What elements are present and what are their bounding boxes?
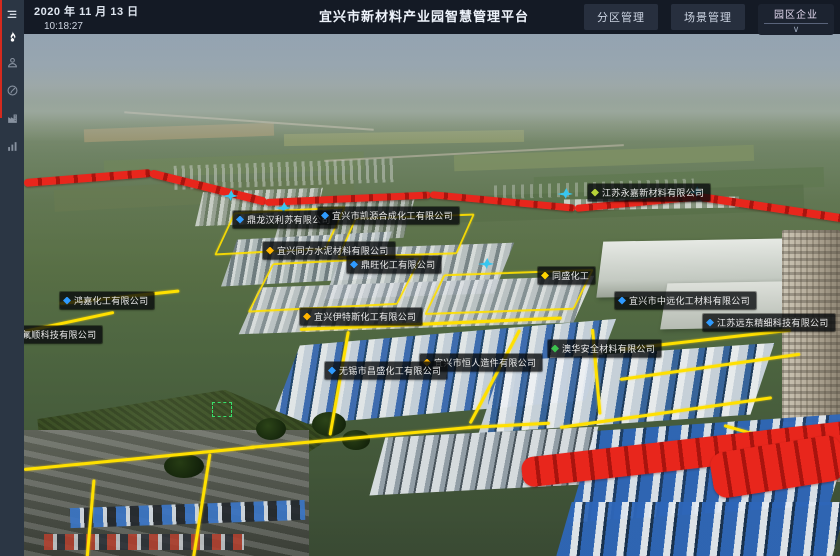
company-label[interactable]: 无锡市昌盛化工有限公司 (325, 362, 447, 379)
horizon-haze (24, 86, 840, 142)
company-label[interactable]: 江苏远东精细科技有限公司 (703, 314, 835, 331)
company-name: 宜兴市中远化工材料有限公司 (629, 294, 750, 307)
company-name: 鸿嘉化工有限公司 (74, 294, 148, 307)
page-title: 宜兴市新材料产业园智慧管理平台 (284, 0, 564, 34)
company-name: 氟顺科技有限公司 (24, 328, 96, 341)
park-enterprise-dropdown[interactable]: 园区企业 ∨ (758, 4, 834, 35)
top-bar: 2020 年 11 月 13 日 10:18:27 宜兴市新材料产业园智慧管理平… (24, 0, 840, 34)
company-label[interactable]: 澳华安全材料有限公司 (548, 340, 661, 357)
gauge-icon[interactable] (0, 80, 24, 100)
enterprise-icon[interactable] (0, 108, 24, 128)
sidebar (0, 0, 24, 556)
company-label[interactable]: 宜兴伊特斯化工有限公司 (300, 308, 422, 325)
company-logo-icon (266, 247, 274, 255)
user-icon[interactable] (0, 52, 24, 72)
company-logo-icon (591, 189, 599, 197)
container-row (44, 534, 244, 550)
company-name: 宜兴市恒人造件有限公司 (434, 356, 536, 369)
tree (164, 454, 204, 478)
company-label[interactable]: 江苏永嘉新材料有限公司 (588, 184, 710, 201)
scene-manage-button[interactable]: 场景管理 (671, 4, 745, 30)
company-label[interactable]: 宜兴市中远化工材料有限公司 (615, 292, 756, 309)
company-logo-icon (303, 313, 311, 321)
company-logo-icon (63, 297, 71, 305)
dropdown-label: 园区企业 (764, 6, 828, 24)
company-name: 江苏远东精细科技有限公司 (717, 316, 829, 329)
company-name: 同盛化工 (552, 269, 589, 282)
company-label[interactable]: 氟顺科技有限公司 (24, 326, 102, 343)
company-logo-icon (236, 216, 244, 224)
company-name: 江苏永嘉新材料有限公司 (602, 186, 704, 199)
company-logo-icon (328, 367, 336, 375)
alarm-flame-icon[interactable] (0, 26, 24, 46)
company-label[interactable]: 同盛化工 (538, 267, 595, 284)
company-logo-icon (551, 345, 559, 353)
app-root: 2020 年 11 月 13 日 10:18:27 宜兴市新材料产业园智慧管理平… (0, 0, 840, 556)
date-text: 2020 年 11 月 13 日 (34, 3, 139, 19)
selection-box (212, 402, 232, 417)
company-name: 宜兴市凯源合成化工有限公司 (332, 209, 453, 222)
chevron-down-icon: ∨ (764, 24, 828, 34)
company-label[interactable]: 鸿嘉化工有限公司 (60, 292, 154, 309)
topbar-actions: 分区管理 场景管理 园区企业 ∨ (584, 4, 834, 35)
company-logo-icon (618, 297, 626, 305)
company-logo-icon (350, 261, 358, 269)
menu-icon[interactable] (0, 4, 24, 24)
blue-roof-cluster (556, 502, 840, 556)
company-logo-icon (706, 319, 714, 327)
company-label[interactable]: 鼎旺化工有限公司 (347, 256, 441, 273)
time-text: 10:18:27 (44, 21, 139, 32)
company-name: 无锡市昌盛化工有限公司 (339, 364, 441, 377)
datetime: 2020 年 11 月 13 日 10:18:27 (34, 3, 139, 32)
company-label[interactable]: 宜兴市凯源合成化工有限公司 (318, 207, 459, 224)
statistics-icon[interactable] (0, 136, 24, 156)
zone-manage-button[interactable]: 分区管理 (584, 4, 658, 30)
company-name: 宜兴伊特斯化工有限公司 (314, 310, 416, 323)
company-name: 澳华安全材料有限公司 (562, 342, 655, 355)
company-logo-icon (541, 272, 549, 280)
map-viewport[interactable]: 鼎龙汉利苏有限公司 宜兴市凯源合成化工有限公司 宜兴同方水泥材料有限公司 鼎旺化… (24, 34, 840, 556)
company-logo-icon (321, 212, 329, 220)
tree (256, 418, 286, 440)
company-name: 鼎旺化工有限公司 (361, 258, 435, 271)
